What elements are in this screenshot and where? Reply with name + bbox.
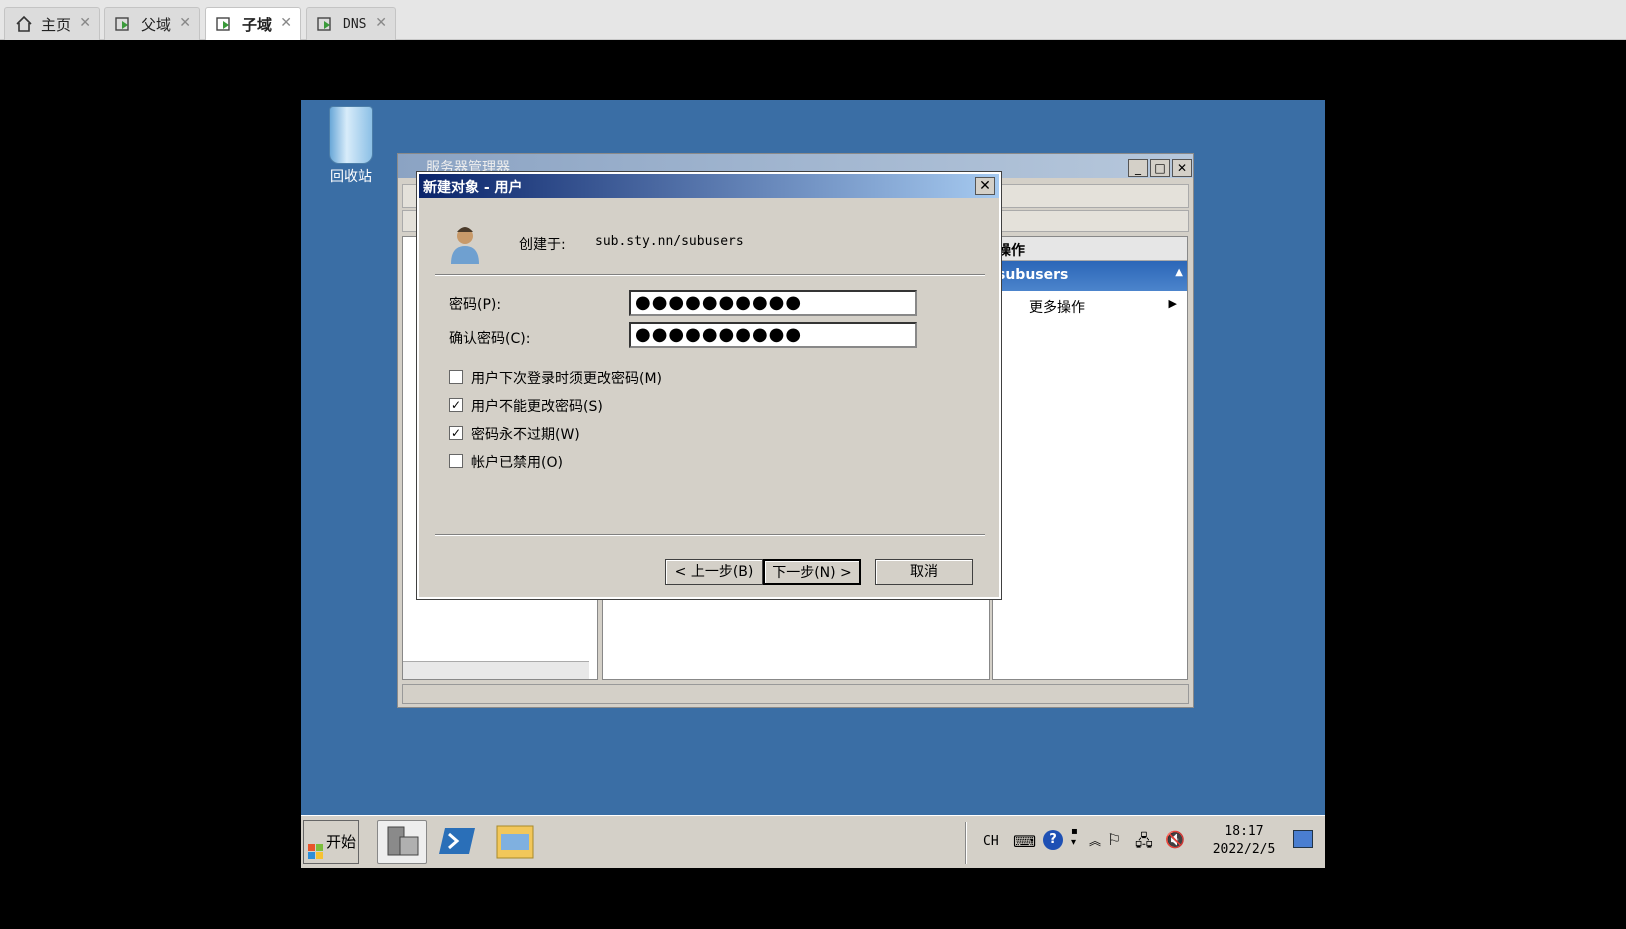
close-icon[interactable]: ✕ xyxy=(375,15,387,31)
file-explorer-icon[interactable] xyxy=(491,820,541,864)
clock-date[interactable]: 2022/2/5 xyxy=(1199,842,1289,857)
windows-logo-icon xyxy=(308,834,324,859)
volume-muted-icon[interactable]: 🔇 xyxy=(1165,830,1185,849)
vm-screen[interactable]: 回收站 服务器管理器 _ □ ✕ 操作 subusers ▲ 更多操作 ▶ 新建… xyxy=(301,100,1325,868)
system-tray: CH ⌨ ? ▪ ▾ ︽ ⚐ 🖧 🔇 18:17 2022/2/5 xyxy=(983,824,1323,862)
close-icon[interactable]: ✕ xyxy=(79,15,91,31)
actions-more-item[interactable]: 更多操作 ▶ xyxy=(993,291,1187,319)
clock-time[interactable]: 18:17 xyxy=(1209,824,1279,839)
checkbox[interactable] xyxy=(449,454,463,468)
recycle-bin[interactable]: 回收站 xyxy=(323,106,379,186)
language-indicator[interactable]: CH xyxy=(983,834,999,849)
tab-label: 子域 xyxy=(242,15,273,34)
status-bar xyxy=(402,684,1189,704)
dialog-close-button[interactable]: ✕ xyxy=(975,177,995,195)
keyboard-icon[interactable]: ⌨ xyxy=(1013,832,1036,851)
created-in-label: 创建于: xyxy=(519,237,566,253)
actions-pane: 操作 subusers ▲ 更多操作 ▶ xyxy=(992,236,1188,680)
tab-dns[interactable]: DNS ✕ xyxy=(306,7,396,40)
confirm-password-label: 确认密码(C): xyxy=(449,331,531,347)
tab-parent-domain[interactable]: 父域 ✕ xyxy=(104,7,200,40)
checkbox[interactable] xyxy=(449,370,463,384)
divider xyxy=(965,822,967,864)
close-icon[interactable]: ✕ xyxy=(280,15,292,31)
host-tab-bar: 主页 ✕ 父域 ✕ 子域 ✕ DNS ✕ xyxy=(0,0,1626,40)
password-label: 密码(P): xyxy=(449,297,502,313)
options-icon[interactable]: ▪ ▾ xyxy=(1071,826,1078,848)
show-desktop-button[interactable] xyxy=(1293,830,1313,848)
recycle-bin-label: 回收站 xyxy=(330,169,372,185)
flag-icon[interactable]: ⚐ xyxy=(1107,830,1121,849)
cancel-button[interactable]: 取消 xyxy=(875,559,973,585)
recycle-bin-icon xyxy=(329,106,373,164)
dialog-titlebar[interactable]: 新建对象 - 用户 ✕ xyxy=(419,174,999,198)
user-icon xyxy=(447,224,483,264)
new-user-dialog[interactable]: 新建对象 - 用户 ✕ 创建于: sub.sty.nn/subusers 密码(… xyxy=(416,171,1002,600)
horizontal-scrollbar[interactable] xyxy=(403,661,589,679)
checkbox-checked[interactable]: ✓ xyxy=(449,426,463,440)
help-icon[interactable]: ? xyxy=(1043,830,1063,850)
next-button[interactable]: 下一步(N) > xyxy=(763,559,861,585)
powershell-icon[interactable] xyxy=(435,820,485,864)
tab-label: 父域 xyxy=(141,15,172,34)
divider xyxy=(435,274,985,276)
tab-home[interactable]: 主页 ✕ xyxy=(4,7,100,40)
start-label: 开始 xyxy=(326,833,357,851)
dialog-title: 新建对象 - 用户 xyxy=(423,180,523,196)
maximize-button[interactable]: □ xyxy=(1150,159,1170,177)
vm-icon xyxy=(317,15,335,33)
minimize-button[interactable]: _ xyxy=(1128,159,1148,177)
created-in-value: sub.sty.nn/subusers xyxy=(595,234,744,249)
actions-selected-item[interactable]: subusers ▲ xyxy=(993,261,1187,291)
server-manager-taskbar-icon[interactable] xyxy=(377,820,427,864)
tab-label: DNS xyxy=(343,16,367,32)
tab-label: 主页 xyxy=(41,15,72,34)
vm-icon xyxy=(216,15,234,33)
confirm-password-field[interactable]: ●●●●●●●●●● xyxy=(629,322,917,348)
back-button[interactable]: < 上一步(B) xyxy=(665,559,763,585)
start-button[interactable]: 开始 xyxy=(303,820,359,864)
show-hidden-icons[interactable]: ︽ xyxy=(1089,832,1101,849)
close-button[interactable]: ✕ xyxy=(1172,159,1192,177)
tab-child-domain[interactable]: 子域 ✕ xyxy=(205,7,301,40)
vm-icon xyxy=(115,15,133,33)
divider xyxy=(435,534,985,536)
checkbox-checked[interactable]: ✓ xyxy=(449,398,463,412)
actions-header: 操作 xyxy=(993,237,1187,261)
network-icon[interactable]: 🖧 xyxy=(1135,830,1153,857)
home-icon xyxy=(15,15,33,33)
collapse-up-icon[interactable]: ▲ xyxy=(1175,267,1183,278)
close-icon[interactable]: ✕ xyxy=(179,15,191,31)
password-field[interactable]: ●●●●●●●●●● xyxy=(629,290,917,316)
submenu-arrow-icon: ▶ xyxy=(1168,297,1177,310)
taskbar: 开始 CH ⌨ ? ▪ ▾ ︽ ⚐ 🖧 🔇 18:17 2022/2/5 xyxy=(301,815,1325,868)
